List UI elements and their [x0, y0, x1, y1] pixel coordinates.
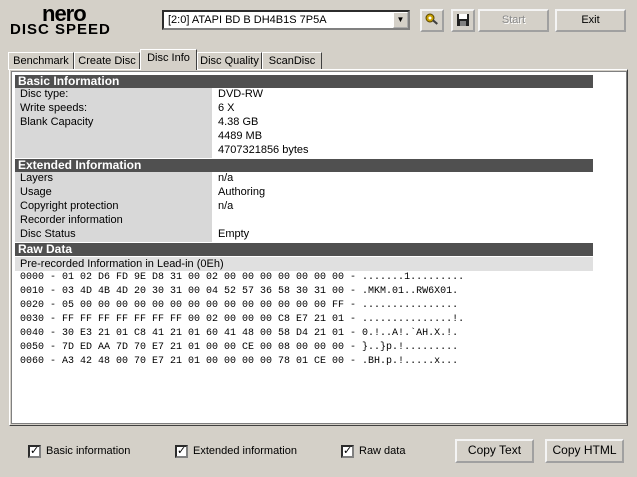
tab-disc-info[interactable]: Disc Info [140, 49, 197, 70]
key-blank-capacity: Blank Capacity [20, 116, 94, 128]
tab-scandisc[interactable]: ScanDisc [262, 52, 322, 70]
checkbox-box[interactable]: ✓ [175, 445, 188, 458]
hex-line: 0040 - 30 E3 21 01 C8 41 21 01 60 41 48 … [20, 328, 459, 339]
basic-info-keys: Disc type: Write speeds: Blank Capacity [15, 88, 212, 158]
tab-benchmark[interactable]: Benchmark [8, 52, 74, 70]
floppy-disk-icon [456, 14, 470, 27]
value-disc-type: DVD-RW [218, 88, 264, 100]
value-capacity-mb: 4489 MB [218, 130, 263, 142]
extended-info-keys: Layers Usage Copyright protection Record… [15, 172, 212, 242]
disc-info-panel: Basic Information Disc type: Write speed… [9, 69, 628, 426]
hex-line: 0050 - 7D ED AA 7D 70 E7 21 01 00 00 CE … [20, 342, 459, 353]
extended-info-header: Extended Information [15, 159, 593, 172]
value-copyright: n/a [218, 200, 234, 212]
disc-info-report[interactable]: Basic Information Disc type: Write speed… [11, 71, 627, 424]
key-usage: Usage [20, 186, 52, 198]
key-copyright: Copyright protection [20, 200, 119, 212]
copy-text-button[interactable]: Copy Text [455, 439, 534, 463]
key-recorder-info: Recorder information [20, 214, 123, 226]
hex-line: 0000 - 01 02 D6 FD 9E D8 31 00 02 00 00 … [20, 272, 465, 283]
copy-html-button[interactable]: Copy HTML [545, 439, 624, 463]
extended-info-table: Layers Usage Copyright protection Record… [15, 172, 593, 242]
raw-data-header: Raw Data [15, 243, 593, 256]
hex-line: 0020 - 05 00 00 00 00 00 00 00 00 00 00 … [20, 300, 459, 311]
save-button[interactable] [451, 9, 475, 32]
tab-create-disc[interactable]: Create Disc [74, 52, 140, 70]
drive-select-value: [2:0] ATAPI BD B DH4B1S 7P5A [168, 14, 327, 26]
value-capacity-bytes: 4707321856 bytes [218, 144, 309, 156]
value-capacity-gb: 4.38 GB [218, 116, 259, 128]
checkbox-box[interactable]: ✓ [341, 445, 354, 458]
hex-line: 0030 - FF FF FF FF FF FF FF 00 02 00 00 … [20, 314, 465, 325]
key-layers: Layers [20, 172, 54, 184]
raw-data-label: Pre-recorded Information in Lead-in (0Eh… [15, 257, 593, 271]
key-write-speeds: Write speeds: [20, 102, 88, 114]
hex-line: 0010 - 03 4D 4B 4D 20 30 31 00 04 52 57 … [20, 286, 459, 297]
start-button[interactable]: Start [478, 9, 549, 32]
value-write-speeds: 6 X [218, 102, 235, 114]
drive-select[interactable]: [2:0] ATAPI BD B DH4B1S 7P5A ▼ [162, 10, 410, 30]
value-disc-status: Empty [218, 228, 250, 240]
settings-button[interactable] [420, 9, 444, 32]
checkbox-box[interactable]: ✓ [28, 445, 41, 458]
basic-info-table: Disc type: Write speeds: Blank Capacity … [15, 88, 593, 158]
basic-info-header: Basic Information [15, 75, 593, 88]
raw-data-checkbox-label: Raw data [359, 445, 406, 457]
key-disc-type: Disc type: [20, 88, 69, 100]
tab-disc-quality[interactable]: Disc Quality [197, 52, 262, 70]
key-disc-status: Disc Status [20, 228, 76, 240]
extended-info-checkbox-label: Extended information [193, 445, 297, 457]
hex-line: 0060 - A3 42 48 00 70 E7 21 01 00 00 00 … [20, 356, 459, 367]
value-layers: n/a [218, 172, 234, 184]
exit-button[interactable]: Exit [555, 9, 626, 32]
wrench-gear-icon [424, 13, 440, 26]
nero-discspeed-logo: nero DISC SPEED [10, 1, 145, 38]
chevron-down-icon[interactable]: ▼ [393, 12, 408, 28]
value-usage: Authoring [218, 186, 266, 198]
basic-info-checkbox-label: Basic information [46, 445, 131, 457]
logo-text-discspeed: DISC SPEED [10, 21, 111, 38]
